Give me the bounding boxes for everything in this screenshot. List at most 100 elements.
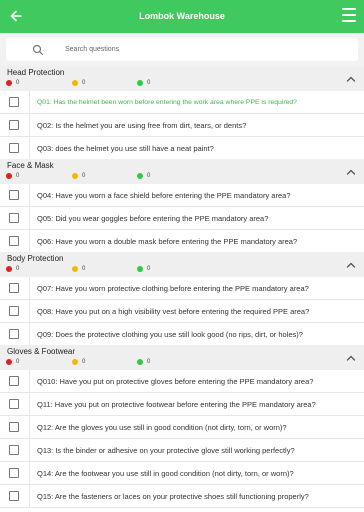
section-header[interactable]: Head Protection 0 0 0 [0,66,364,91]
search-placeholder: Search questions [65,46,120,53]
chevron-up-icon[interactable] [346,349,356,361]
row-divider [29,393,30,416]
question-text: Q09: Does the protective clothing you us… [37,330,303,339]
status-count-value: 0 [82,80,86,86]
back-arrow-icon[interactable] [6,6,26,26]
chevron-up-icon[interactable] [346,70,356,82]
row-divider [29,230,30,253]
row-divider [29,439,30,462]
question-checkbox[interactable] [9,468,19,478]
section-title: Head Protection [7,68,65,77]
section-header[interactable]: Gloves & Footwear 0 0 0 [0,345,364,370]
status-count-value: 0 [16,80,20,86]
row-divider [29,207,30,230]
row-divider [29,137,30,160]
question-text: Q08: Have you put on a high visibility v… [37,307,310,316]
question-checkbox[interactable] [9,329,19,339]
question-checkbox[interactable] [9,445,19,455]
question-text: Q11: Have you put on protective footwear… [37,400,316,409]
question-row[interactable]: Q13: Is the binder or adhesive on your p… [0,439,364,462]
question-checkbox[interactable] [9,422,19,432]
question-row[interactable]: Q03: does the helmet you use still have … [0,137,364,160]
question-checkbox[interactable] [9,306,19,316]
status-dot-yellow [72,266,78,272]
question-checkbox[interactable] [9,190,19,200]
question-checkbox[interactable] [9,236,19,246]
question-text: Q02: Is the helmet you are using free fr… [37,121,247,130]
chevron-up-icon[interactable] [346,256,356,268]
section-header[interactable]: Body Protection 0 0 0 [0,252,364,277]
search-bar-container: Search questions [0,33,364,66]
question-text: Q05: Did you wear goggles before enterin… [37,214,269,223]
question-row[interactable]: Q08: Have you put on a high visibility v… [0,300,364,323]
question-row[interactable]: Q09: Does the protective clothing you us… [0,323,364,346]
row-divider [29,114,30,137]
question-checkbox[interactable] [9,491,19,501]
question-text: Q01: Has the helmet been worn before ent… [37,99,297,106]
status-count-value: 0 [16,266,20,272]
row-divider [29,300,30,323]
section-title: Body Protection [7,254,64,263]
search-input[interactable]: Search questions [6,38,358,61]
question-text: Q07: Have you worn protective clothing b… [37,284,309,293]
chevron-up-icon[interactable] [346,163,356,175]
status-count-value: 0 [147,266,151,272]
status-dot-red [6,266,12,272]
status-count-value: 0 [147,359,151,365]
question-text: Q03: does the helmet you use still have … [37,144,214,153]
list-icon[interactable] [342,8,356,22]
question-row[interactable]: Q07: Have you worn protective clothing b… [0,277,364,300]
status-dot-green [137,80,143,86]
row-divider [29,370,30,393]
row-divider [29,91,30,114]
row-divider [29,277,30,300]
question-text: Q15: Are the fasteners or laces on your … [37,492,309,501]
question-row[interactable]: Q11: Have you put on protective footwear… [0,393,364,416]
question-checkbox[interactable] [9,120,19,130]
question-text: Q06: Have you worn a double mask before … [37,237,298,246]
question-text: Q010: Have you put on protective gloves … [37,377,314,386]
row-divider [29,416,30,439]
status-count-value: 0 [147,173,151,179]
status-dot-red [6,359,12,365]
question-row[interactable]: Q06: Have you worn a double mask before … [0,230,364,253]
row-divider [29,462,30,485]
question-checkbox[interactable] [9,143,19,153]
question-row[interactable]: Q15: Are the fasteners or laces on your … [0,485,364,508]
status-dot-green [137,173,143,179]
status-count-value: 0 [82,173,86,179]
question-text: Q13: Is the binder or adhesive on your p… [37,446,295,455]
question-row[interactable]: Q12: Are the gloves you use still in goo… [0,416,364,439]
search-icon [32,43,44,56]
question-text: Q12: Are the gloves you use still in goo… [37,423,287,432]
question-checkbox[interactable] [9,283,19,293]
question-row[interactable]: Q05: Did you wear goggles before enterin… [0,207,364,230]
question-checkbox[interactable] [9,213,19,223]
question-checkbox[interactable] [9,97,19,107]
status-dot-green [137,359,143,365]
app-bar: Lombok Warehouse [0,0,364,33]
question-row[interactable]: Q01: Has the helmet been worn before ent… [0,91,364,114]
status-dot-red [6,173,12,179]
question-row[interactable]: Q010: Have you put on protective gloves … [0,370,364,393]
question-checkbox[interactable] [9,399,19,409]
section-title: Gloves & Footwear [7,347,76,356]
status-dot-green [137,266,143,272]
section-header[interactable]: Face & Mask 0 0 0 [0,159,364,184]
question-checkbox[interactable] [9,376,19,386]
row-divider [29,323,30,346]
status-count-value: 0 [147,80,151,86]
row-divider [29,184,30,207]
status-count-value: 0 [16,173,20,179]
status-dot-red [6,80,12,86]
question-row[interactable]: Q04: Have you worn a face shield before … [0,184,364,207]
question-row[interactable]: Q14: Are the footwear you use still in g… [0,462,364,485]
status-dot-yellow [72,359,78,365]
row-divider [29,485,30,508]
status-dot-yellow [72,80,78,86]
question-text: Q14: Are the footwear you use still in g… [37,469,294,478]
question-text: Q04: Have you worn a face shield before … [37,191,291,200]
status-count-value: 0 [82,266,86,272]
question-row[interactable]: Q02: Is the helmet you are using free fr… [0,114,364,137]
section-title: Face & Mask [7,161,54,170]
